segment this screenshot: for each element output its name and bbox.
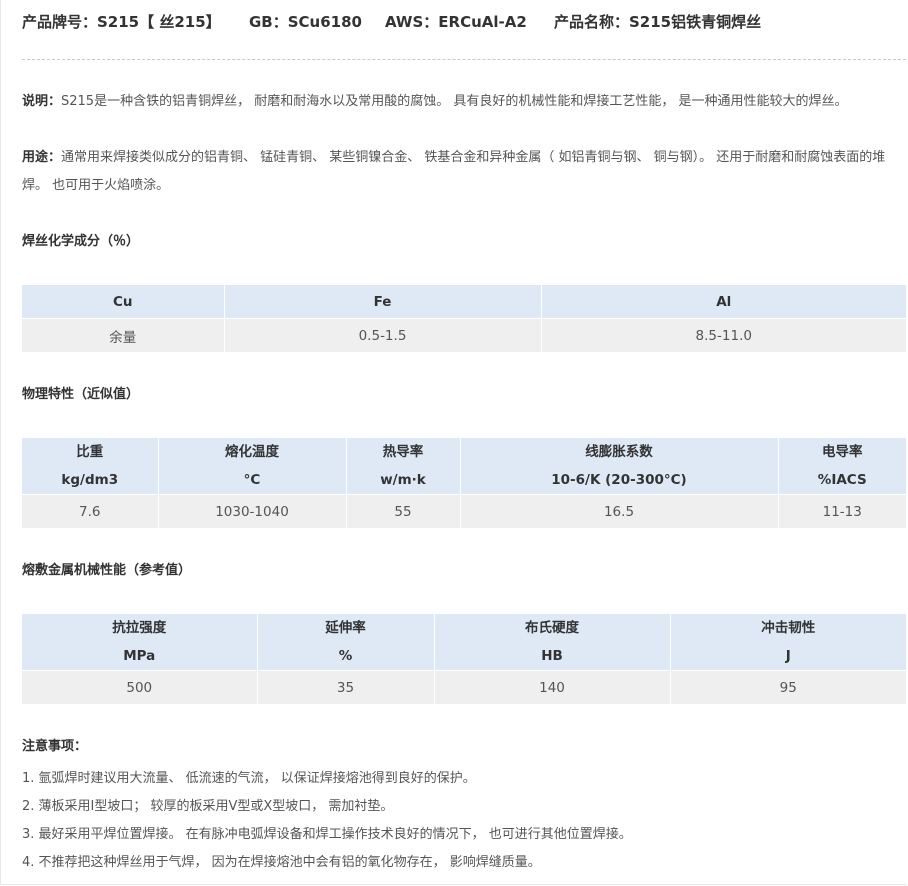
- list-item: 1. 氩弧焊时建议用大流量、 低流速的气流， 以保证焊接熔池得到良好的保护。: [22, 771, 476, 786]
- header-cell: 电导率 %IACS: [778, 438, 906, 495]
- list-item: 2. 薄板采用I型坡口； 较厚的板采用V型或X型坡口， 需加衬垫。: [22, 799, 394, 814]
- notes-section: 注意事项： 1. 氩弧焊时建议用大流量、 低流速的气流， 以保证焊接熔池得到良好…: [22, 737, 632, 877]
- table-cell: 55: [346, 494, 461, 528]
- description-text: S215是一种含铁的铝青铜焊丝， 耐磨和耐海水以及常用酸的腐蚀。 具有良好的机械…: [61, 94, 848, 109]
- header-cell: 比重 kg/dm3: [22, 438, 159, 495]
- notes-title: 注意事项：: [22, 739, 88, 754]
- mechanical-table: 抗拉强度 MPa 延伸率% 布氏硬度 HB 冲击韧性 J 500 35 140 95: [22, 614, 906, 704]
- table-row: 7.6 1030-1040 55 16.5 11-13: [22, 494, 906, 528]
- header-cell: 热导率 w/m·k: [346, 438, 461, 495]
- table-cell: 1030-1040: [158, 494, 347, 528]
- header-cell: Cu: [22, 285, 225, 319]
- table-cell: 500: [22, 670, 258, 704]
- chemistry-title: 焊丝化学成分（％）: [22, 234, 140, 249]
- list-item: 4. 不推荐把这种焊丝用于气焊， 因为在焊接熔池中会有铝的氧化物存在， 影响焊缝…: [22, 855, 541, 870]
- table-cell: 11-13: [778, 494, 906, 528]
- physical-table: 比重 kg/dm3 熔化温度 °C 热导率 w/m·k 线膨胀系数 10-6/K (20…: [22, 438, 906, 528]
- header-cell: 熔化温度 °C: [158, 438, 347, 495]
- header-cell: 延伸率%: [257, 614, 435, 671]
- header-cell: 冲击韧性 J: [670, 614, 906, 671]
- usage-text: 通常用来焊接类似成分的铝青铜、 锰硅青铜、 某些铜镍合金、 铁基合金和异种金属（…: [22, 150, 886, 193]
- table-cell: 95: [670, 670, 906, 704]
- table-cell: 7.6: [22, 494, 159, 528]
- description-label: 说明：: [22, 94, 62, 109]
- dashed-divider: [22, 59, 906, 60]
- table-header-row: 比重 kg/dm3 熔化温度 °C 热导率 w/m·k 线膨胀系数 10-6/K (20…: [22, 438, 906, 495]
- header-cell: 抗拉强度 MPa: [22, 614, 258, 671]
- product-header: 产品牌号：S215【 丝215】 GB：SCu6180 AWS：ERCuAl-A…: [22, 10, 761, 32]
- table-row: 余量 0.5-1.5 8.5-11.0: [22, 318, 906, 352]
- table-header-row: Cu Fe Al: [22, 285, 906, 319]
- table-cell: 16.5: [460, 494, 779, 528]
- header-cell: Fe: [224, 285, 542, 319]
- table-cell: 余量: [22, 318, 225, 352]
- product-brand: 产品牌号：S215【 丝215】: [22, 12, 221, 31]
- table-header-row: 抗拉强度 MPa 延伸率% 布氏硬度 HB 冲击韧性 J: [22, 614, 906, 671]
- header-cell: 线膨胀系数 10-6/K (20-300°C): [460, 438, 779, 495]
- gb-standard: GB：SCu6180: [249, 12, 362, 31]
- list-item: 3. 最好采用平焊位置焊接。 在有脉冲电弧焊设备和焊工操作技术良好的情况下， 也…: [22, 827, 632, 842]
- table-cell: 8.5-11.0: [541, 318, 906, 352]
- table-row: 500 35 140 95: [22, 670, 906, 704]
- table-cell: 0.5-1.5: [224, 318, 542, 352]
- table-cell: 35: [257, 670, 435, 704]
- header-cell: Al: [541, 285, 906, 319]
- product-name: 产品名称：S215铝铁青铜焊丝: [554, 12, 762, 31]
- table-cell: 140: [434, 670, 671, 704]
- description-paragraph: 说明：S215是一种含铁的铝青铜焊丝， 耐磨和耐海水以及常用酸的腐蚀。 具有良好…: [22, 88, 900, 116]
- aws-standard: AWS：ERCuAl-A2: [385, 12, 527, 31]
- usage-label: 用途：: [22, 150, 62, 165]
- mechanical-title: 熔敷金属机械性能（参考值）: [22, 563, 192, 578]
- header-cell: 布氏硬度 HB: [434, 614, 671, 671]
- chemistry-table: Cu Fe Al 余量 0.5-1.5 8.5-11.0: [22, 285, 906, 352]
- physical-title: 物理特性（近似值）: [22, 387, 140, 402]
- usage-paragraph: 用途：通常用来焊接类似成分的铝青铜、 锰硅青铜、 某些铜镍合金、 铁基合金和异种…: [22, 144, 900, 200]
